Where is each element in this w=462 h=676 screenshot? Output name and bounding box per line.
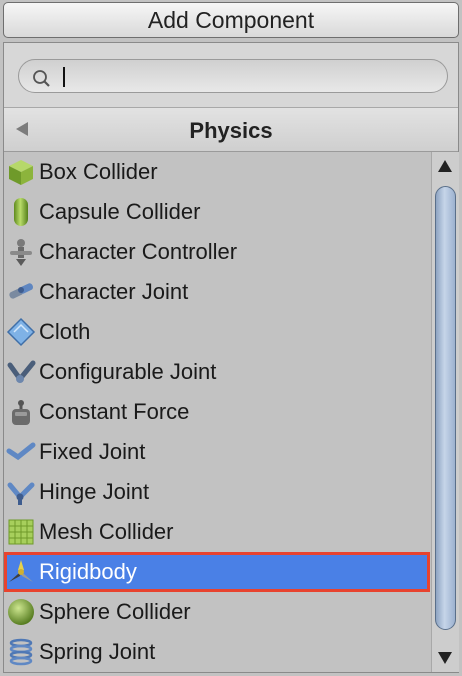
search-icon bbox=[33, 70, 50, 87]
list-item-spring-joint[interactable]: Spring Joint bbox=[4, 632, 430, 672]
list-item-label: Cloth bbox=[39, 319, 91, 344]
search-field[interactable] bbox=[18, 59, 448, 93]
component-list: Box Collider Capsule Collider Character … bbox=[4, 152, 430, 672]
list-item-label: Character Controller bbox=[39, 239, 238, 264]
add-component-button[interactable]: Add Component bbox=[3, 2, 459, 38]
list-item-label: Character Joint bbox=[39, 279, 189, 304]
cloth-icon bbox=[4, 315, 38, 349]
constant-force-icon bbox=[4, 395, 38, 429]
sphere-collider-icon bbox=[4, 595, 38, 629]
character-joint-icon bbox=[4, 275, 38, 309]
fixed-joint-icon bbox=[4, 435, 38, 469]
list-item-configurable-joint[interactable]: Configurable Joint bbox=[4, 352, 430, 392]
component-panel: Physics Box Collider Capsule Collider Ch… bbox=[3, 42, 459, 673]
box-collider-icon bbox=[4, 155, 38, 189]
text-caret bbox=[63, 67, 65, 87]
vertical-scrollbar[interactable] bbox=[431, 152, 459, 672]
rigidbody-icon bbox=[4, 555, 38, 589]
list-item-character-joint[interactable]: Character Joint bbox=[4, 272, 430, 312]
spring-joint-icon bbox=[4, 635, 38, 669]
list-item-hinge-joint[interactable]: Hinge Joint bbox=[4, 472, 430, 512]
category-header: Physics bbox=[4, 108, 458, 152]
list-item-label: Configurable Joint bbox=[39, 359, 217, 384]
list-item-rigidbody[interactable]: Rigidbody bbox=[4, 552, 430, 592]
mesh-collider-icon bbox=[4, 515, 38, 549]
list-item-label: Mesh Collider bbox=[39, 519, 174, 544]
list-item-mesh-collider[interactable]: Mesh Collider bbox=[4, 512, 430, 552]
list-item-sphere-collider[interactable]: Sphere Collider bbox=[4, 592, 430, 632]
category-title: Physics bbox=[189, 118, 273, 143]
list-item-constant-force[interactable]: Constant Force bbox=[4, 392, 430, 432]
list-item-label: Spring Joint bbox=[39, 639, 156, 664]
search-area bbox=[4, 43, 458, 108]
scrollbar-thumb[interactable] bbox=[435, 186, 456, 630]
list-item-character-controller[interactable]: Character Controller bbox=[4, 232, 430, 272]
list-item-label: Rigidbody bbox=[39, 559, 137, 584]
list-item-label: Sphere Collider bbox=[39, 599, 191, 624]
configurable-joint-icon bbox=[4, 355, 38, 389]
list-item-fixed-joint[interactable]: Fixed Joint bbox=[4, 432, 430, 472]
search-input[interactable] bbox=[67, 64, 431, 90]
list-item-capsule-collider[interactable]: Capsule Collider bbox=[4, 192, 430, 232]
list-item-label: Box Collider bbox=[39, 159, 158, 184]
scroll-down-arrow-icon[interactable] bbox=[438, 652, 452, 664]
capsule-collider-icon bbox=[4, 195, 38, 229]
list-item-cloth[interactable]: Cloth bbox=[4, 312, 430, 352]
list-item-label: Constant Force bbox=[39, 399, 190, 424]
hinge-joint-icon bbox=[4, 475, 38, 509]
scroll-up-arrow-icon[interactable] bbox=[438, 160, 452, 172]
list-item-box-collider[interactable]: Box Collider bbox=[4, 152, 430, 192]
list-item-label: Capsule Collider bbox=[39, 199, 201, 224]
character-controller-icon bbox=[4, 235, 38, 269]
list-item-label: Fixed Joint bbox=[39, 439, 146, 464]
list-item-label: Hinge Joint bbox=[39, 479, 150, 504]
